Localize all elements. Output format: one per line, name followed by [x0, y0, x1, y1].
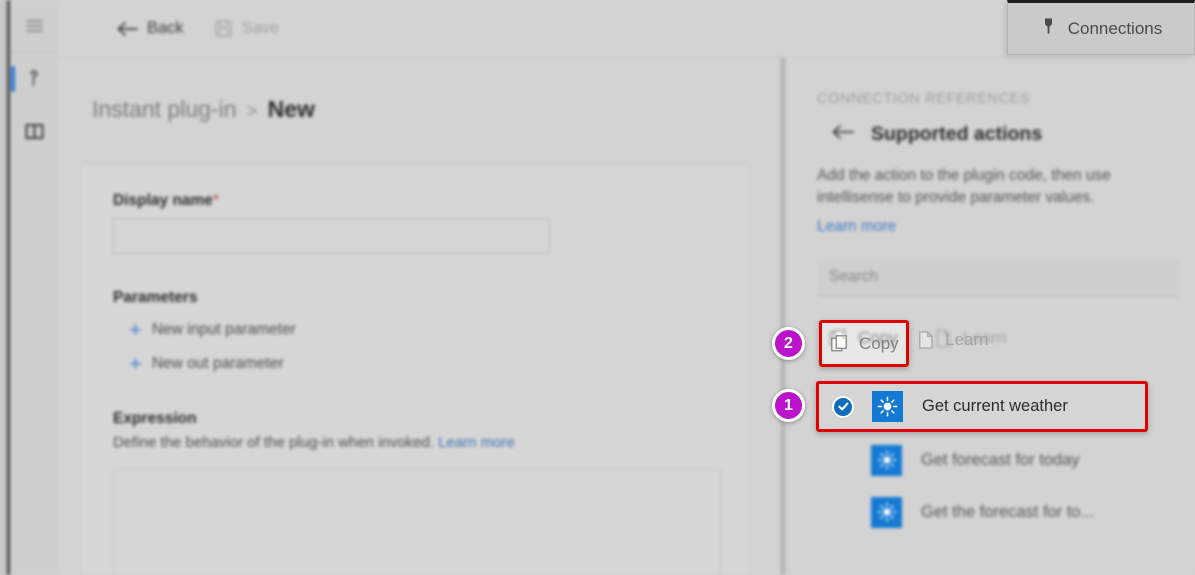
- connection-references-panel: CONNECTION REFERENCES Supported actions …: [787, 58, 1195, 575]
- arrow-left-icon: [832, 125, 854, 139]
- list-item-label: Get the forecast for to...: [921, 502, 1095, 521]
- connections-button[interactable]: Connections: [1007, 0, 1195, 55]
- left-nav-rail: [10, 0, 58, 575]
- window-left-edge: [0, 0, 7, 575]
- panel-learn-more-link[interactable]: Learn more: [817, 218, 1195, 236]
- sidebar-item-book[interactable]: [10, 105, 58, 157]
- save-button-label: Save: [241, 19, 280, 37]
- connections-button-label: Connections: [1067, 18, 1163, 38]
- book-icon: [25, 123, 43, 139]
- back-button[interactable]: Back: [106, 11, 194, 47]
- panel-scrollbar[interactable]: [779, 58, 787, 575]
- pin-icon: [30, 70, 38, 86]
- expression-learn-more-link[interactable]: Learn more: [438, 434, 515, 451]
- list-item-label: Get forecast for today: [921, 450, 1080, 469]
- copy-icon: [831, 334, 847, 351]
- copy-button-label-sharp: Copy: [859, 333, 899, 353]
- display-name-label: Display name*: [113, 192, 219, 209]
- back-button-label: Back: [147, 19, 184, 37]
- breadcrumb-root[interactable]: Instant plug-in: [92, 96, 236, 123]
- save-button[interactable]: Save: [204, 11, 290, 47]
- list-item[interactable]: Get forecast for today: [817, 434, 1179, 486]
- selection-indicator: [11, 66, 15, 92]
- scrollbar-thumb[interactable]: [781, 58, 785, 575]
- learn-button-label-sharp: Learn: [945, 330, 989, 349]
- arrow-left-icon: [116, 21, 138, 37]
- new-out-parameter-label: New out parameter: [151, 355, 284, 372]
- panel-description: Add the action to the plugin code, then …: [817, 167, 1111, 207]
- panel-title: Supported actions: [871, 123, 1043, 145]
- plus-icon: +: [129, 317, 142, 342]
- hamburger-menu-button[interactable]: [10, 0, 58, 53]
- selected-action-row[interactable]: Get current weather: [816, 381, 1148, 432]
- plug-icon: [1040, 16, 1057, 41]
- chevron-right-icon: >: [246, 101, 258, 122]
- checkmark-circle-icon: [832, 395, 854, 418]
- expression-editor[interactable]: [113, 469, 721, 575]
- document-icon: [919, 331, 933, 349]
- display-name-input[interactable]: [113, 218, 550, 254]
- selected-action-label: Get current weather: [922, 397, 1068, 415]
- panel-eyebrow: CONNECTION REFERENCES: [817, 91, 1031, 107]
- new-input-parameter-label: New input parameter: [151, 321, 296, 338]
- annotation-badge-1: 1: [772, 389, 805, 422]
- learn-button-sharp[interactable]: Learn: [916, 330, 988, 350]
- expression-heading: Expression: [113, 410, 197, 427]
- weather-sun-icon: [872, 391, 903, 422]
- required-marker: *: [212, 192, 219, 209]
- search-input[interactable]: Search: [817, 258, 1179, 297]
- panel-back-button[interactable]: [831, 124, 855, 145]
- weather-sun-icon: [871, 496, 902, 528]
- sidebar-item-pin[interactable]: [10, 53, 58, 105]
- hamburger-menu-icon: [25, 17, 43, 35]
- app-window: Back Save Instant plug-in > New Display …: [0, 0, 1195, 575]
- parameters-heading: Parameters: [113, 289, 198, 306]
- list-item[interactable]: Get the forecast for to...: [817, 486, 1179, 538]
- weather-sun-icon: [871, 444, 902, 476]
- copy-button-sharp[interactable]: Copy: [819, 320, 909, 367]
- plus-icon: +: [129, 351, 142, 376]
- main-content: Instant plug-in > New Display name* Para…: [58, 58, 783, 575]
- expression-description: Define the behavior of the plug-in when …: [113, 434, 515, 451]
- save-icon: [214, 19, 233, 38]
- search-placeholder: Search: [829, 268, 879, 286]
- new-input-parameter-button[interactable]: + New input parameter: [129, 319, 749, 341]
- annotation-badge-2: 2: [772, 327, 805, 360]
- plugin-form-card: Display name* Parameters + New input par…: [80, 163, 750, 575]
- breadcrumb-current: New: [267, 96, 315, 122]
- breadcrumb: Instant plug-in > New: [92, 96, 783, 123]
- new-out-parameter-button[interactable]: + New out parameter: [129, 353, 749, 375]
- panel-header: Supported actions: [831, 123, 1195, 146]
